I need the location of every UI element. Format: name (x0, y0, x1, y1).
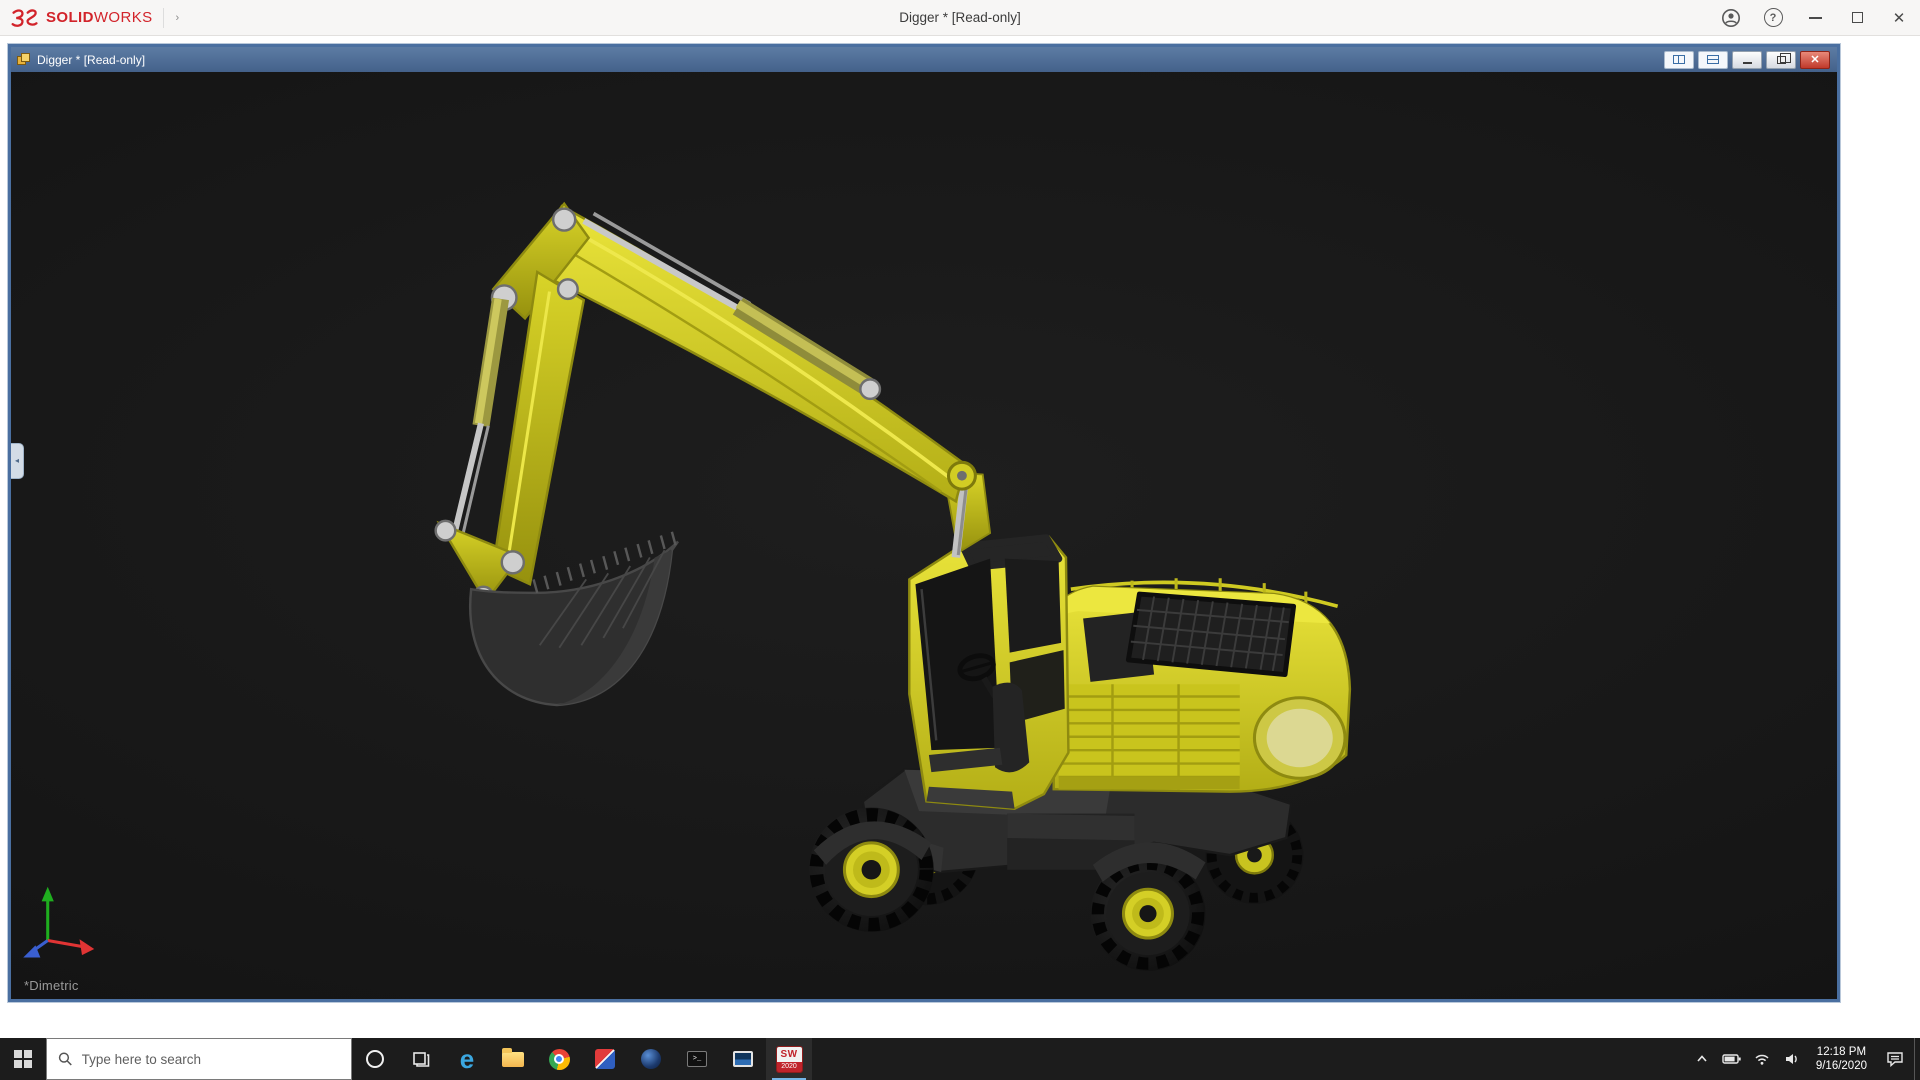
task-view-button[interactable] (398, 1038, 444, 1080)
split-view-horizontal-button[interactable] (1698, 50, 1728, 69)
pinned-app-button-4[interactable] (720, 1038, 766, 1080)
app-title: Digger * [Read-only] (899, 10, 1021, 25)
system-tray: 12:18 PM 9/16/2020 (1687, 1038, 1920, 1080)
assembly-doc-icon (16, 52, 31, 67)
digger-model (23, 201, 1352, 971)
split-vertical-icon (1673, 55, 1685, 64)
start-button[interactable] (0, 1038, 46, 1080)
taskbar-clock[interactable]: 12:18 PM 9/16/2020 (1807, 1045, 1876, 1074)
panel-collapse-tab[interactable]: ◂ (11, 442, 24, 479)
menu-flyout-arrow-icon[interactable]: › (176, 12, 180, 24)
help-button[interactable]: ? (1752, 0, 1794, 35)
doc-title: Digger * [Read-only] (37, 52, 146, 67)
search-icon (58, 1052, 72, 1066)
chevron-up-icon (1697, 1055, 1707, 1062)
viewport-3d[interactable]: *Dimetric ◂ (11, 72, 1837, 999)
close-button[interactable]: ✕ (1878, 0, 1920, 35)
doc-close-icon: ✕ (1810, 54, 1820, 66)
mdi-area: Digger * [Read-only] ✕ *Dimetric ◂ (0, 36, 1920, 1038)
chrome-button[interactable] (536, 1038, 582, 1080)
digger-arm (434, 201, 992, 707)
search-input[interactable] (81, 1051, 340, 1067)
taskbar-search[interactable] (46, 1038, 352, 1080)
doc-minimize-button[interactable] (1732, 50, 1762, 69)
document-window: Digger * [Read-only] ✕ *Dimetric ◂ (8, 44, 1840, 1002)
split-view-vertical-button[interactable] (1664, 50, 1694, 69)
account-button[interactable] (1710, 0, 1752, 35)
close-icon: ✕ (1892, 9, 1906, 27)
doc-titlebar[interactable]: Digger * [Read-only] ✕ (11, 47, 1837, 72)
digger-cab (908, 534, 1070, 810)
brand-text: SOLIDWORKS (46, 9, 153, 26)
brand-separator (162, 7, 164, 28)
chrome-icon (548, 1048, 570, 1070)
action-center-button[interactable] (1876, 1038, 1914, 1080)
doc-window-controls: ✕ (1664, 50, 1832, 69)
clock-time: 12:18 PM (1816, 1045, 1867, 1058)
orientation-triad-icon (23, 886, 95, 958)
taskbar: e >_ SW 2020 (0, 1038, 1920, 1080)
folder-icon (502, 1047, 524, 1067)
action-center-icon (1887, 1052, 1903, 1067)
doc-restore-icon (1776, 52, 1791, 64)
sw-badge-text: SW (776, 1046, 802, 1062)
doc-restore-button[interactable] (1766, 50, 1796, 69)
solidworks-logo[interactable]: SOLIDWORKS › (0, 0, 189, 35)
app-window-controls: ? ✕ (1710, 0, 1920, 35)
digger-engine-body (1052, 578, 1352, 793)
pinned-app-button-3[interactable]: >_ (674, 1038, 720, 1080)
monitor-app-icon (733, 1051, 753, 1067)
split-horizontal-icon (1707, 55, 1719, 64)
app-titlebar: SOLIDWORKS › Digger * [Read-only] ? ✕ (0, 0, 1920, 36)
brand-works: WORKS (93, 9, 153, 26)
show-desktop-button[interactable] (1914, 1038, 1920, 1080)
user-icon (1722, 8, 1740, 27)
wifi-icon (1755, 1054, 1769, 1065)
solidworks-taskbar-button[interactable]: SW 2020 (766, 1038, 812, 1080)
minimize-button[interactable] (1794, 0, 1836, 35)
sphere-app-icon (641, 1049, 661, 1069)
battery-button[interactable] (1717, 1038, 1747, 1080)
doc-close-button[interactable]: ✕ (1800, 50, 1830, 69)
console-icon: >_ (687, 1051, 707, 1067)
cortana-icon (366, 1050, 384, 1068)
view-orientation-label: *Dimetric (24, 978, 79, 993)
edge-button[interactable]: e (444, 1038, 490, 1080)
clock-date: 9/16/2020 (1815, 1060, 1867, 1072)
sw-badge-year: 2020 (776, 1061, 802, 1072)
screen: SOLIDWORKS › Digger * [Read-only] ? ✕ Di… (0, 0, 1920, 1080)
windows-logo-icon (14, 1050, 32, 1068)
hidden-icons-button[interactable] (1687, 1038, 1717, 1080)
help-icon: ? (1763, 8, 1783, 27)
speaker-icon (1785, 1054, 1797, 1064)
file-explorer-button[interactable] (490, 1038, 536, 1080)
minimize-icon (1808, 16, 1822, 19)
doc-minimize-icon (1742, 61, 1752, 64)
edge-icon: e (459, 1044, 475, 1074)
brand-solid: SOLID (46, 9, 94, 26)
volume-button[interactable] (1777, 1038, 1807, 1080)
solidworks-app-icon: SW 2020 (775, 1045, 803, 1073)
network-button[interactable] (1747, 1038, 1777, 1080)
task-view-icon (413, 1052, 430, 1067)
cortana-button[interactable] (352, 1038, 398, 1080)
dassault-3ds-logo-icon (11, 8, 38, 27)
maximize-button[interactable] (1836, 0, 1878, 35)
pinned-app-button-2[interactable] (628, 1038, 674, 1080)
battery-icon (1722, 1054, 1741, 1064)
pinned-app-icon-1 (595, 1049, 615, 1069)
pinned-app-button-1[interactable] (582, 1038, 628, 1080)
maximize-icon (1851, 12, 1863, 23)
